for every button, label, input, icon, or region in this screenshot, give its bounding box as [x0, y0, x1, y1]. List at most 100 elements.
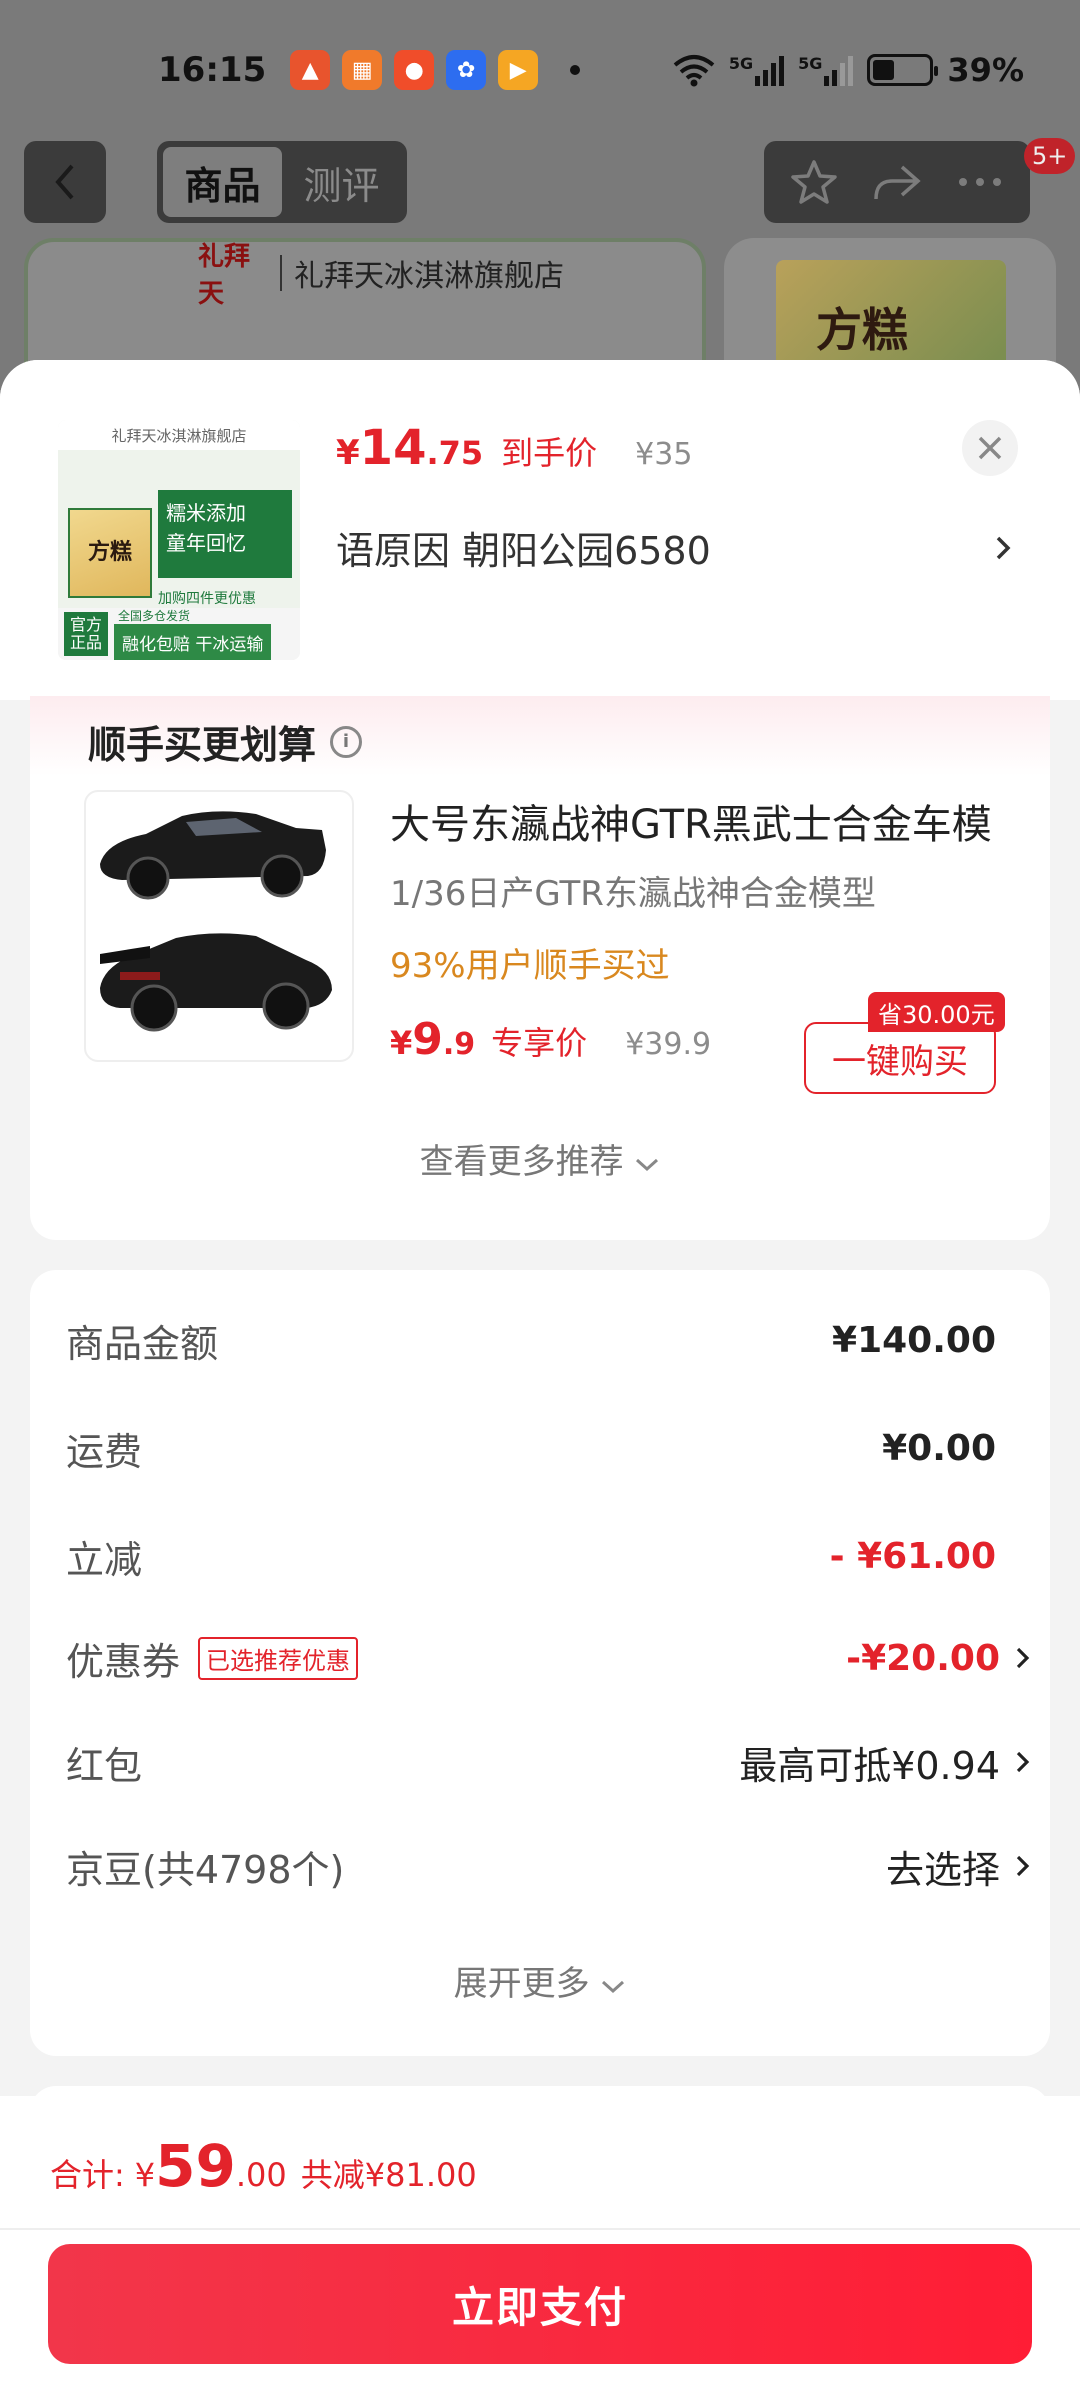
tag-line-1: 官方 — [70, 615, 103, 634]
share-icon[interactable] — [870, 157, 924, 207]
signal-5g-2: 5G — [798, 54, 854, 86]
summary-row-discount: 立减 - ¥61.00 — [66, 1526, 996, 1586]
coupon-selected-tag: 已选推荐优惠 — [198, 1636, 359, 1680]
row-value: 去选择 — [885, 1847, 1000, 1892]
row-label: 立减 — [66, 1537, 143, 1582]
row-value: -¥20.00 — [846, 1637, 1000, 1679]
row-label: 商品金额 — [66, 1321, 219, 1366]
package-label: 方糕 — [816, 303, 908, 357]
store-name-group: 礼拜天 礼拜天冰淇淋旗舰店 — [198, 242, 564, 309]
recommend-product-image[interactable] — [84, 790, 354, 1062]
thumb-slogan-2: 童年回忆 — [166, 531, 246, 555]
status-bar: 16:15 ▲ ▦ ● ✿ ▶ 5G 5G 39% — [0, 0, 1080, 140]
summary-row-jd-beans[interactable]: 京豆(共4798个) 去选择 — [66, 1836, 1030, 1896]
more-notifications-icon — [570, 65, 581, 75]
recommend-card: 顺手买更划算 i 大号东瀛战神GTR黑武士合金车模 1/36日产GTR东瀛战神合… — [30, 696, 1050, 1240]
chevron-left-icon — [55, 164, 74, 200]
recommend-price-row: ¥ 9 .9 专享价 ¥39.9 — [390, 1014, 711, 1065]
currency-symbol: ¥ — [336, 433, 360, 473]
notification-icons: ▲ ▦ ● ✿ ▶ — [290, 50, 581, 90]
divider — [280, 255, 282, 291]
video-app-icon: ▶ — [498, 50, 539, 90]
close-button[interactable] — [962, 420, 1018, 476]
price-integer: 9 — [412, 1014, 443, 1065]
row-value: - ¥61.00 — [829, 1535, 996, 1577]
row-value: ¥140.00 — [832, 1319, 996, 1361]
store-name: 礼拜天冰淇淋旗舰店 — [294, 259, 564, 294]
price-integer: 14 — [359, 420, 427, 476]
spec-selector[interactable]: 语原因 朝阳公园6580 — [336, 520, 1016, 575]
currency-symbol: ¥ — [390, 1024, 413, 1062]
row-value: ¥0.00 — [882, 1427, 996, 1469]
chevron-right-icon — [996, 536, 1011, 560]
info-icon[interactable]: i — [330, 725, 363, 758]
thumb-package: 方糕 — [68, 508, 152, 598]
one-click-buy-button[interactable]: 一键购买 — [804, 1022, 996, 1094]
price-label: 专享价 — [491, 1024, 588, 1062]
star-icon[interactable] — [789, 157, 839, 207]
summary-row-shipping: 运费 ¥0.00 — [66, 1418, 996, 1478]
total-decimal: .00 — [235, 2156, 287, 2194]
pay-now-button[interactable]: 立即支付 — [48, 2244, 1032, 2364]
thumb-foot-text: 全国多仓发货 融化包赔 干冰运输 — [108, 607, 272, 660]
thumb-footer: 官方 正品 全国多仓发货 融化包赔 干冰运输 — [58, 608, 300, 660]
wifi-icon — [673, 55, 715, 87]
chevron-right-icon — [1016, 1751, 1030, 1773]
original-price: ¥35 — [635, 437, 693, 472]
expand-more-text: 展开更多 — [453, 1964, 590, 2004]
price-decimal: .9 — [442, 1027, 476, 1062]
store-logo: 礼拜天 — [198, 242, 251, 309]
price-summary-card: 商品金额 ¥140.00 运费 ¥0.00 立减 - ¥61.00 优惠券 已选… — [30, 1270, 1050, 2056]
status-time: 16:15 — [158, 50, 267, 90]
signal-bars-icon — [824, 54, 854, 86]
network-label: 5G — [728, 54, 754, 73]
expand-more-link[interactable]: 展开更多 — [30, 1956, 1050, 2005]
more-recommend-link[interactable]: 查看更多推荐 — [30, 1134, 1050, 1183]
row-label: 红包 — [66, 1743, 143, 1788]
recommend-product-name[interactable]: 大号东瀛战神GTR黑武士合金车模 — [390, 792, 1010, 850]
back-button[interactable] — [24, 141, 106, 223]
checkout-sheet: 礼拜天冰淇淋旗舰店 方糕 糯米添加 童年回忆 加购四件更优惠 官方 正品 全国多仓… — [0, 360, 1080, 2400]
tab-product[interactable]: 商品 — [163, 147, 282, 217]
signal-5g-1: 5G — [728, 54, 785, 86]
thumb-foot-line: 融化包赔 干冰运输 — [114, 624, 272, 660]
recommend-buy-rate: 93%用户顺手买过 — [390, 946, 670, 986]
recommend-title-text: 顺手买更划算 — [88, 723, 317, 767]
summary-row-goods-amount: 商品金额 ¥140.00 — [66, 1310, 996, 1370]
thumb-note: 加购四件更优惠 — [158, 591, 256, 607]
row-label: 优惠券 — [66, 1639, 181, 1684]
summary-row-red-packet[interactable]: 红包 最高可抵¥0.94 — [66, 1732, 1030, 1792]
row-label: 运费 — [66, 1429, 143, 1474]
book-app-icon: ▦ — [342, 50, 383, 90]
currency-symbol: ¥ — [134, 2156, 156, 2194]
thumb-foot-top: 全国多仓发货 — [118, 609, 191, 623]
product-tabs: 商品 测评 — [157, 141, 407, 223]
app-notification-icon: ● — [394, 50, 435, 90]
network-label: 5G — [798, 54, 823, 73]
recommend-title: 顺手买更划算 i — [88, 714, 363, 769]
total-price: 合计: ¥ 59 .00 共减¥81.00 — [50, 2132, 477, 2200]
price-row: ¥ 14 .75 到手价 ¥35 — [336, 420, 692, 476]
header-actions — [764, 141, 1030, 223]
summary-row-coupon[interactable]: 优惠券 已选推荐优惠 -¥20.00 — [66, 1628, 1030, 1688]
signal-bars-icon — [755, 54, 785, 86]
divider — [0, 2228, 1080, 2230]
chevron-down-icon — [636, 1158, 659, 1172]
more-icon[interactable] — [955, 172, 1005, 192]
thumb-store: 礼拜天冰淇淋旗舰店 — [58, 420, 300, 450]
close-icon — [978, 436, 1002, 460]
recommend-product-subtitle: 1/36日产GTR东瀛战神合金模型 — [390, 874, 876, 914]
chevron-down-icon — [602, 1980, 625, 1994]
thumb-slogan-1: 糯米添加 — [166, 501, 246, 525]
save-badge: 省30.00元 — [868, 992, 1005, 1032]
car-model-image — [100, 811, 332, 1032]
battery-percent: 39% — [947, 51, 1024, 89]
more-recommend-text: 查看更多推荐 — [419, 1142, 624, 1182]
row-label: 京豆(共4798个) — [66, 1847, 345, 1892]
total-label: 合计: — [50, 2156, 125, 2194]
row-value: 最高可抵¥0.94 — [739, 1743, 1000, 1788]
product-thumbnail: 礼拜天冰淇淋旗舰店 方糕 糯米添加 童年回忆 加购四件更优惠 官方 正品 全国多仓… — [58, 420, 300, 660]
chevron-right-icon — [1016, 1855, 1030, 1877]
paw-app-icon: ✿ — [446, 50, 487, 90]
tab-review[interactable]: 测评 — [282, 147, 401, 217]
